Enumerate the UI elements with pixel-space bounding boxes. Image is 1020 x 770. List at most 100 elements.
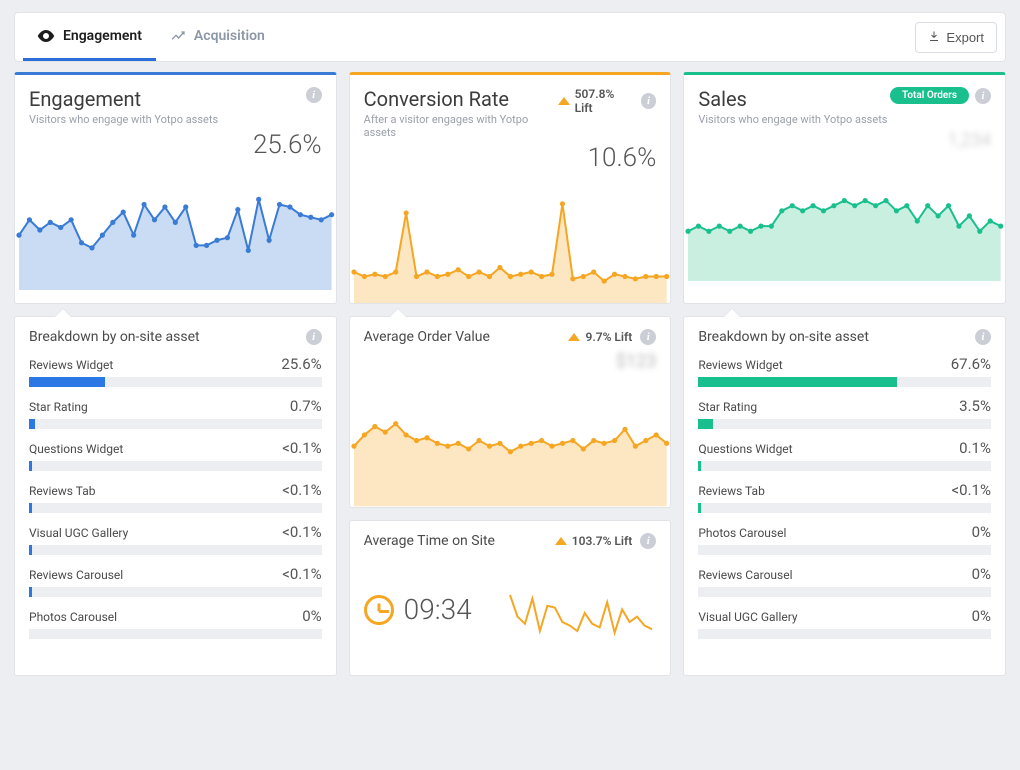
time-chart bbox=[506, 563, 656, 657]
time-lift-text: 103.7% Lift bbox=[572, 534, 633, 548]
engagement-value: 25.6% bbox=[29, 130, 322, 160]
list-item: Star Rating3.5% bbox=[698, 397, 991, 429]
list-label: Reviews Tab bbox=[29, 484, 96, 498]
list-label: Reviews Carousel bbox=[29, 568, 123, 582]
conversion-card: Conversion Rate After a visitor engages … bbox=[349, 72, 672, 304]
bar-bg bbox=[698, 629, 991, 639]
list-value: <0.1% bbox=[282, 481, 321, 499]
bar-bg bbox=[698, 461, 991, 471]
bar-fill bbox=[698, 419, 713, 429]
list-value: 67.6% bbox=[951, 355, 991, 373]
aov-card: Average Order Value 9.7% Lift i $123 bbox=[349, 316, 672, 507]
engagement-sub: Visitors who engage with Yotpo assets bbox=[29, 113, 218, 126]
list-value: 3.5% bbox=[959, 397, 991, 415]
list-label: Reviews Tab bbox=[698, 484, 765, 498]
list-item: Visual UGC Gallery<0.1% bbox=[29, 523, 322, 555]
info-icon[interactable]: i bbox=[640, 329, 656, 345]
time-value: 09:34 bbox=[404, 593, 472, 626]
tabs: Engagement Acquisition bbox=[23, 13, 279, 61]
info-icon[interactable]: i bbox=[975, 88, 991, 104]
list-label: Questions Widget bbox=[698, 442, 792, 456]
conversion-title: Conversion Rate bbox=[364, 87, 558, 111]
bar-fill bbox=[29, 461, 32, 471]
bar-fill bbox=[29, 377, 105, 387]
list-item: Questions Widget 0.1% bbox=[698, 439, 991, 471]
export-button[interactable]: Export bbox=[915, 22, 997, 53]
list-label: Visual UGC Gallery bbox=[698, 610, 797, 624]
bar-bg bbox=[29, 629, 322, 639]
right-breakdown-card: Breakdown by on-site asset i Reviews Wid… bbox=[683, 316, 1006, 675]
export-label: Export bbox=[946, 30, 984, 45]
tab-engagement[interactable]: Engagement bbox=[23, 13, 156, 61]
list-value: 0.7% bbox=[290, 397, 322, 415]
notch-icon bbox=[55, 309, 71, 317]
bar-fill bbox=[698, 377, 897, 387]
bar-fill bbox=[698, 503, 701, 513]
sales-chart bbox=[684, 157, 1005, 281]
bar-fill bbox=[29, 419, 35, 429]
bar-bg bbox=[698, 587, 991, 597]
chart-up-icon bbox=[170, 28, 186, 44]
sales-hidden-value: 1,234 bbox=[698, 130, 991, 151]
up-triangle-icon bbox=[555, 537, 567, 545]
bar-bg bbox=[698, 377, 991, 387]
bar-bg bbox=[29, 587, 322, 597]
bar-bg bbox=[698, 503, 991, 513]
sales-card: Sales Visitors who engage with Yotpo ass… bbox=[683, 72, 1006, 304]
left-panel-title: Breakdown by on-site asset bbox=[29, 329, 200, 345]
engagement-title: Engagement bbox=[29, 87, 218, 111]
engagement-chart bbox=[15, 166, 336, 290]
bar-fill bbox=[29, 545, 32, 555]
aov-title: Average Order Value bbox=[364, 329, 490, 345]
list-label: Reviews Widget bbox=[698, 358, 782, 372]
aov-lift-text: 9.7% Lift bbox=[585, 330, 632, 344]
info-icon[interactable]: i bbox=[306, 329, 322, 345]
list-item: Photos Carousel 0% bbox=[29, 607, 322, 639]
list-item: Star Rating0.7% bbox=[29, 397, 322, 429]
up-triangle-icon bbox=[558, 97, 570, 105]
total-orders-pill[interactable]: Total Orders bbox=[890, 87, 969, 104]
bar-fill bbox=[29, 587, 32, 597]
notch-icon bbox=[390, 309, 406, 317]
bar-bg bbox=[29, 377, 322, 387]
bar-bg bbox=[698, 419, 991, 429]
list-label: Photos Carousel bbox=[29, 610, 117, 624]
top-bar: Engagement Acquisition Export bbox=[14, 12, 1006, 62]
conversion-sub: After a visitor engages with Yotpo asset… bbox=[364, 113, 558, 139]
notch-icon bbox=[724, 309, 740, 317]
info-icon[interactable]: i bbox=[640, 533, 656, 549]
list-label: Photos Carousel bbox=[698, 526, 786, 540]
info-icon[interactable]: i bbox=[306, 87, 322, 103]
list-item: Reviews Widget 67.6% bbox=[698, 355, 991, 387]
list-value: 0% bbox=[972, 523, 991, 541]
list-item: Reviews Tab <0.1% bbox=[29, 481, 322, 513]
engagement-card: Engagement Visitors who engage with Yotp… bbox=[14, 72, 337, 304]
download-icon bbox=[928, 30, 940, 45]
time-lift: 103.7% Lift bbox=[555, 534, 633, 548]
tab-acquisition-label: Acquisition bbox=[194, 28, 265, 44]
list-value: <0.1% bbox=[282, 523, 321, 541]
up-triangle-icon bbox=[568, 333, 580, 341]
conversion-lift-text: 507.8% Lift bbox=[575, 87, 633, 115]
conversion-lift: 507.8% Lift bbox=[558, 87, 633, 115]
conversion-value: 10.6% bbox=[364, 143, 657, 173]
conversion-chart bbox=[350, 179, 671, 303]
list-value: 0% bbox=[972, 565, 991, 583]
list-item: Visual UGC Gallery0% bbox=[698, 607, 991, 639]
time-card: Average Time on Site 103.7% Lift i 09:34 bbox=[349, 520, 672, 676]
bar-bg bbox=[698, 545, 991, 555]
info-icon[interactable]: i bbox=[641, 93, 657, 109]
time-title: Average Time on Site bbox=[364, 533, 495, 549]
tab-acquisition[interactable]: Acquisition bbox=[156, 13, 279, 61]
list-item: Reviews Widget25.6% bbox=[29, 355, 322, 387]
list-label: Reviews Carousel bbox=[698, 568, 792, 582]
list-label: Reviews Widget bbox=[29, 358, 113, 372]
list-value: 0% bbox=[302, 607, 321, 625]
list-value: 0.1% bbox=[959, 439, 991, 457]
list-value: <0.1% bbox=[952, 481, 991, 499]
bar-bg bbox=[29, 461, 322, 471]
bar-bg bbox=[29, 503, 322, 513]
info-icon[interactable]: i bbox=[975, 329, 991, 345]
aov-chart bbox=[350, 372, 671, 506]
bar-fill bbox=[29, 503, 32, 513]
